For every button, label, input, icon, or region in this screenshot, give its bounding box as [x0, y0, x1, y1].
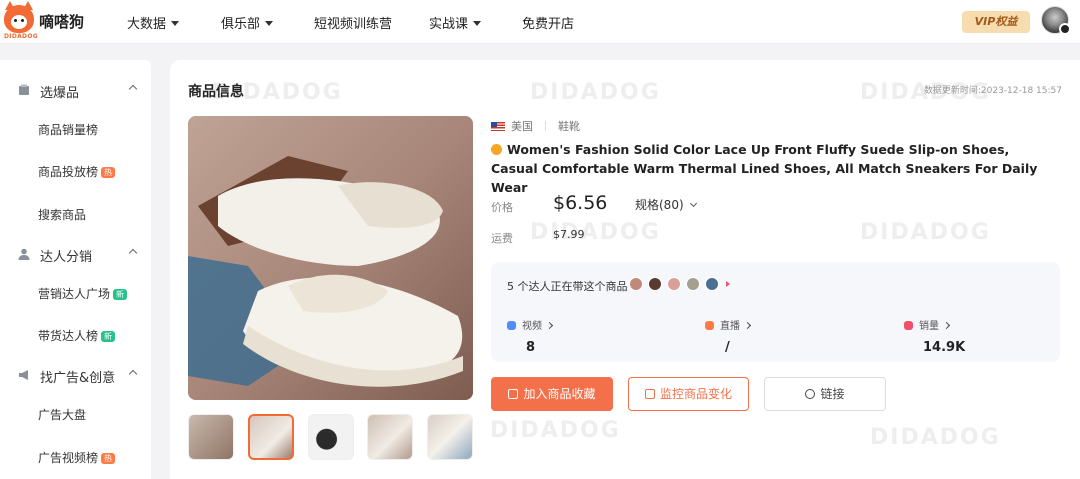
- creator-avatar[interactable]: [705, 277, 719, 291]
- thumbnail-2[interactable]: [248, 414, 294, 460]
- hot-badge: 热: [101, 453, 116, 464]
- megaphone-icon: [19, 370, 28, 380]
- chevron-down-icon: [689, 199, 697, 208]
- logo-subtext: DIDADOG: [4, 33, 38, 40]
- thumbnail-5[interactable]: [427, 414, 473, 460]
- divider: [545, 121, 546, 131]
- link-icon: [805, 389, 816, 399]
- sidebar-item-ad-video-rank[interactable]: 广告视频榜热: [38, 449, 116, 466]
- sidebar-item-search-products[interactable]: 搜索商品: [38, 206, 86, 223]
- nav-short-video-camp[interactable]: 短视频训练营: [314, 13, 392, 32]
- thumbnail-4[interactable]: [367, 414, 413, 460]
- coin-icon: [491, 144, 502, 155]
- sidebar-item-ad-overview[interactable]: 广告大盘: [38, 406, 86, 423]
- watermark: DIDADOG: [860, 220, 991, 245]
- creator-avatar[interactable]: [686, 277, 700, 291]
- caret-down-icon: [171, 21, 180, 26]
- product-info-card: DIDADOG DIDADOG DIDADOG DIDADOG DIDADOG …: [170, 60, 1080, 479]
- vip-benefits-button[interactable]: VIP权益: [962, 11, 1030, 33]
- price-label: 价格: [491, 201, 513, 214]
- nav-practical-course[interactable]: 实战课: [429, 13, 482, 32]
- chevron-up-icon: [128, 84, 138, 94]
- creator-avatar[interactable]: [648, 277, 662, 291]
- monitor-icon: [644, 389, 655, 399]
- chevron-up-icon: [128, 248, 138, 258]
- shipping-value: $7.99: [553, 228, 585, 241]
- sidebar: 选爆品 商品销量榜 商品投放榜热 搜索商品 达人分销 营销达人广场新 带货达人榜…: [0, 60, 151, 479]
- thumbnail-1[interactable]: [188, 414, 234, 460]
- live-icon: [705, 321, 714, 330]
- creators-panel: 5 个达人正在带这个商品 视频 8 直播 / 销量 14.9K: [491, 262, 1060, 362]
- user-avatar[interactable]: [1041, 6, 1071, 35]
- product-title: Women's Fashion Solid Color Lace Up Fron…: [491, 142, 1038, 195]
- watermark: DIDADOG: [490, 418, 621, 443]
- stat-sales-value: 14.9K: [923, 340, 966, 355]
- sidebar-group-select-products[interactable]: 选爆品: [0, 80, 151, 101]
- caret-down-icon: [473, 21, 482, 26]
- dog-logo-icon: [4, 1, 34, 33]
- sidebar-item-creator-plaza[interactable]: 营销达人广场新: [38, 285, 128, 302]
- watermark: DIDADOG: [530, 80, 661, 105]
- sidebar-group-ads-creative[interactable]: 找广告&创意: [0, 365, 151, 386]
- stat-video-link[interactable]: 视频: [507, 317, 554, 332]
- category: 鞋靴: [558, 120, 580, 133]
- section-title: 商品信息: [188, 84, 244, 100]
- new-badge: 新: [113, 289, 128, 300]
- sidebar-item-ad-rank[interactable]: 商品投放榜热: [38, 163, 116, 180]
- creator-avatar[interactable]: [629, 277, 643, 291]
- hot-badge: 热: [101, 167, 116, 178]
- stat-video-value: 8: [526, 340, 536, 355]
- stat-live-link[interactable]: 直播: [705, 317, 752, 332]
- sidebar-group-creator-distribution[interactable]: 达人分销: [0, 244, 151, 265]
- creators-headline: 5 个达人正在带这个商品: [507, 280, 628, 293]
- spec-dropdown[interactable]: 规格(80): [635, 196, 697, 213]
- new-badge: 新: [101, 331, 116, 342]
- avatar-badge-icon: [1059, 23, 1071, 35]
- watermark: DIDADOG: [870, 425, 1001, 450]
- nav-free-store[interactable]: 免费开店: [522, 13, 574, 32]
- data-updated-time: 数据更新时间:2023-12-18 15:57: [923, 86, 1062, 96]
- chevron-right-icon: [942, 321, 951, 330]
- stat-live-value: /: [725, 340, 730, 355]
- sidebar-group-label: 选爆品: [40, 86, 80, 101]
- price-value: $6.56: [553, 192, 608, 214]
- box-icon: [19, 84, 29, 95]
- sidebar-group-label: 达人分销: [40, 250, 93, 265]
- link-button[interactable]: 链接: [764, 377, 886, 411]
- sidebar-item-creator-rank[interactable]: 带货达人榜新: [38, 327, 116, 344]
- play-arrow-icon[interactable]: [726, 281, 730, 287]
- product-main-image[interactable]: [188, 116, 473, 400]
- logo[interactable]: DIDADOG 嘀嗒狗: [4, 1, 94, 40]
- country: 美国: [511, 120, 533, 133]
- creator-avatar[interactable]: [667, 277, 681, 291]
- video-icon: [507, 321, 516, 330]
- bookmark-icon: [508, 389, 519, 399]
- nav-big-data[interactable]: 大数据: [127, 13, 180, 32]
- us-flag-icon: [491, 122, 505, 131]
- chevron-up-icon: [128, 369, 138, 379]
- add-favorite-button[interactable]: 加入商品收藏: [491, 377, 613, 411]
- caret-down-icon: [265, 21, 274, 26]
- sidebar-group-label: 找广告&创意: [40, 371, 116, 386]
- user-icon: [18, 248, 30, 260]
- logo-text: 嘀嗒狗: [39, 13, 85, 31]
- monitor-changes-button[interactable]: 监控商品变化: [628, 377, 749, 411]
- stat-sales-link[interactable]: 销量: [904, 317, 951, 332]
- top-nav: DIDADOG 嘀嗒狗 大数据 俱乐部 短视频训练营 实战课 免费开店 VIP权…: [0, 0, 1080, 44]
- chevron-right-icon: [545, 321, 554, 330]
- thumbnail-3[interactable]: [308, 414, 354, 460]
- shipping-label: 运费: [491, 232, 513, 245]
- watermark: DIDADOG: [530, 220, 661, 245]
- chevron-right-icon: [743, 321, 752, 330]
- nav-club[interactable]: 俱乐部: [221, 13, 274, 32]
- bag-icon: [904, 321, 913, 330]
- product-meta: 美国 鞋靴: [491, 118, 580, 134]
- sidebar-item-sales-rank[interactable]: 商品销量榜: [38, 121, 98, 138]
